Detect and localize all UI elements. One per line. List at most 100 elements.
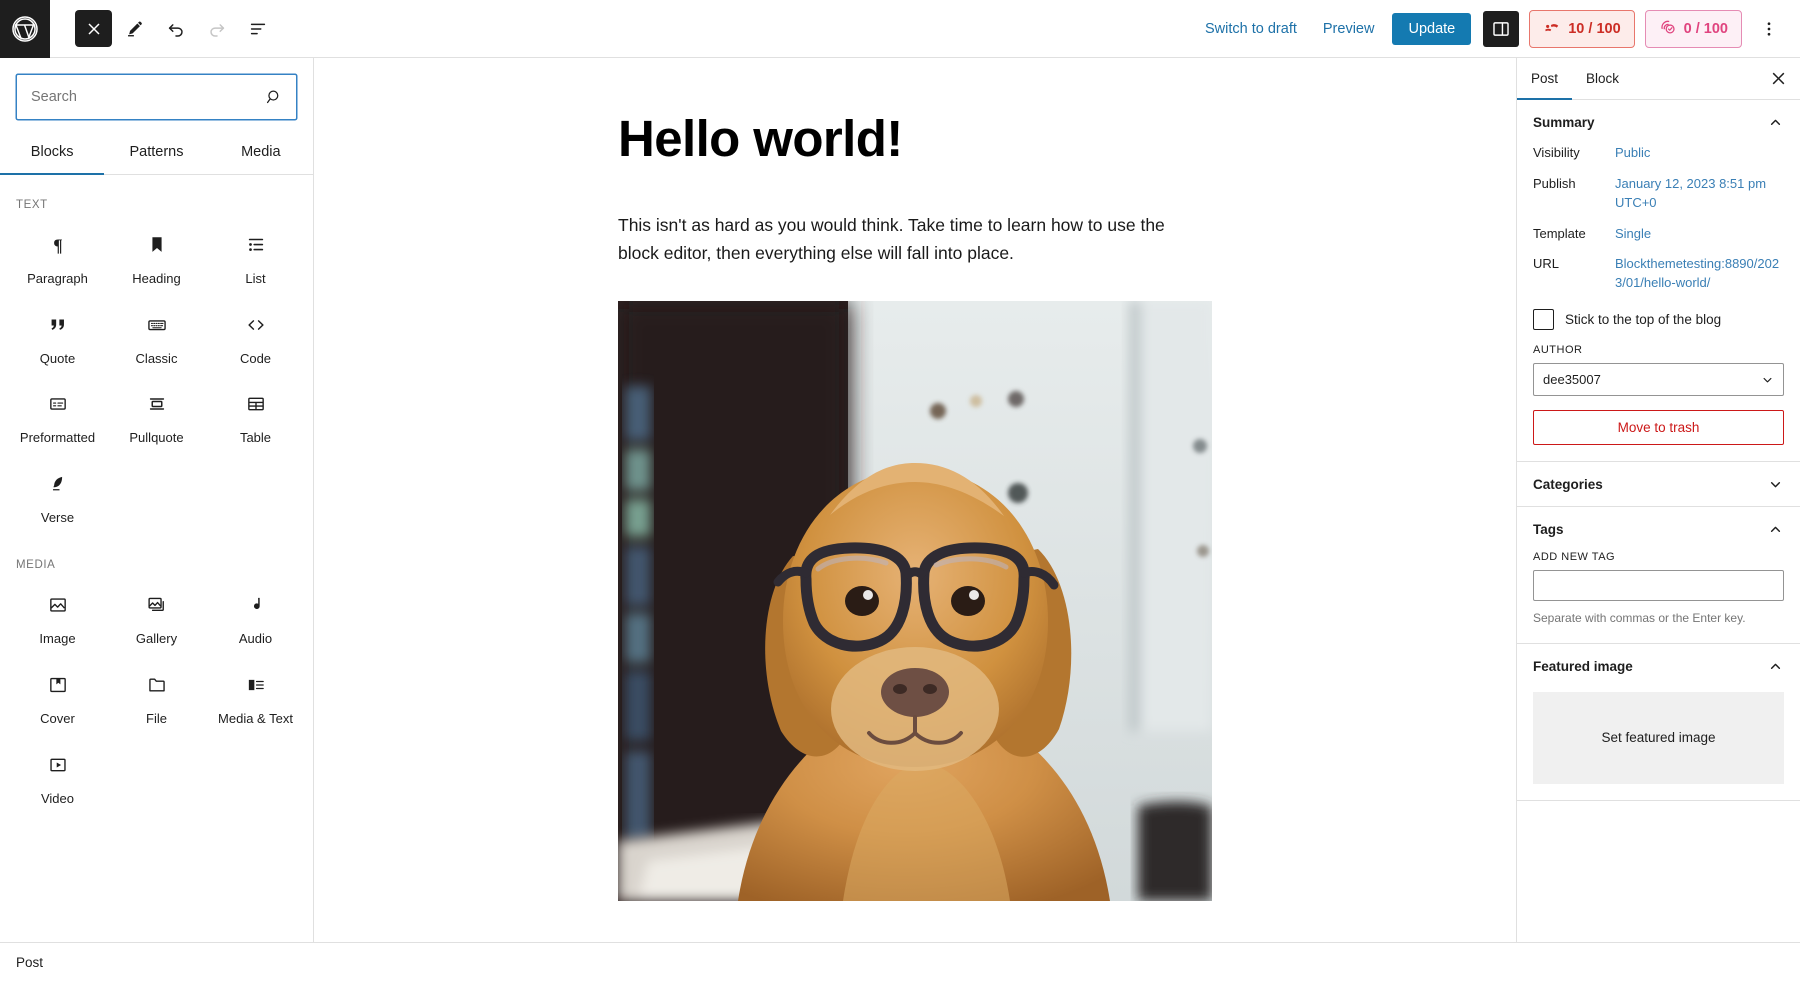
- post-image-block[interactable]: [618, 301, 1212, 901]
- block-item-list[interactable]: List: [206, 217, 305, 297]
- author-select[interactable]: dee35007: [1533, 363, 1784, 396]
- block-item-gallery[interactable]: Gallery: [107, 577, 206, 657]
- editor-canvas[interactable]: Hello world! This isn't as hard as you w…: [314, 58, 1516, 942]
- move-to-trash-button[interactable]: Move to trash: [1533, 410, 1784, 445]
- wordpress-block-editor: Switch to draft Preview Update 10 / 100: [0, 0, 1800, 982]
- set-featured-image-button[interactable]: Set featured image: [1533, 692, 1784, 784]
- tab-media[interactable]: Media: [209, 130, 313, 175]
- block-item-video[interactable]: Video: [8, 737, 107, 817]
- search-box[interactable]: [16, 74, 297, 120]
- panel-featured-image-header[interactable]: Featured image: [1533, 644, 1784, 688]
- post-url-link[interactable]: Blockthemetesting:8890/2023/01/hello-wor…: [1615, 255, 1784, 293]
- pencil-edit-icon[interactable]: [116, 10, 153, 47]
- panel-title: Summary: [1533, 115, 1595, 130]
- chevron-up-icon: [1767, 658, 1784, 675]
- template-value-link[interactable]: Single: [1615, 225, 1651, 244]
- summary-row-template: Template Single: [1533, 225, 1784, 244]
- list-view-icon[interactable]: [239, 10, 276, 47]
- stick-to-top-label: Stick to the top of the blog: [1565, 312, 1721, 327]
- chevron-down-icon: [1767, 476, 1784, 493]
- code-angle-brackets-icon: [245, 313, 267, 337]
- visibility-value-link[interactable]: Public: [1615, 144, 1650, 163]
- block-item-preformatted[interactable]: Preformatted: [8, 376, 107, 456]
- tab-blocks[interactable]: Blocks: [0, 130, 104, 175]
- inserter-tabs: Blocks Patterns Media: [0, 130, 313, 175]
- readability-score-label: 0 / 100: [1684, 21, 1728, 37]
- panel-title: Tags: [1533, 522, 1564, 537]
- block-inserter-panel: Blocks Patterns Media TEXT ¶ Paragraph: [0, 58, 314, 942]
- close-settings-icon[interactable]: [1760, 61, 1796, 97]
- verse-quill-icon: [47, 472, 69, 496]
- search-icon: [264, 87, 284, 107]
- category-label-media: MEDIA: [8, 535, 305, 577]
- block-item-heading[interactable]: Heading: [107, 217, 206, 297]
- block-item-paragraph[interactable]: ¶ Paragraph: [8, 217, 107, 297]
- tab-block[interactable]: Block: [1572, 59, 1633, 100]
- tab-post[interactable]: Post: [1517, 59, 1572, 100]
- list-icon: [245, 233, 267, 257]
- seo-score-badge[interactable]: 10 / 100: [1529, 10, 1634, 48]
- editor-body: Blocks Patterns Media TEXT ¶ Paragraph: [0, 58, 1800, 942]
- update-button[interactable]: Update: [1392, 13, 1471, 45]
- block-item-audio[interactable]: Audio: [206, 577, 305, 657]
- block-item-image[interactable]: Image: [8, 577, 107, 657]
- paragraph-pilcrow-icon: ¶: [47, 233, 69, 257]
- panel-title: Featured image: [1533, 659, 1633, 674]
- editor-top-toolbar: Switch to draft Preview Update 10 / 100: [0, 0, 1800, 58]
- panel-categories-header[interactable]: Categories: [1533, 462, 1784, 506]
- row-label: Template: [1533, 225, 1615, 241]
- readability-score-badge[interactable]: 0 / 100: [1645, 10, 1742, 48]
- block-item-verse[interactable]: Verse: [8, 456, 107, 536]
- preview-button[interactable]: Preview: [1315, 15, 1383, 43]
- inserter-search-wrapper: [0, 58, 313, 130]
- dog-photo: [618, 301, 1212, 901]
- block-label: Video: [41, 791, 74, 807]
- tab-patterns[interactable]: Patterns: [104, 130, 208, 175]
- search-input[interactable]: [17, 75, 296, 119]
- cover-bookmark-icon: [47, 673, 69, 697]
- file-folder-icon: [146, 673, 168, 697]
- block-item-quote[interactable]: Quote: [8, 297, 107, 377]
- yoast-readability-icon: [1659, 18, 1677, 40]
- block-label: Table: [240, 430, 271, 446]
- panel-tags-header[interactable]: Tags: [1533, 507, 1784, 551]
- author-field-label: AUTHOR: [1533, 344, 1784, 356]
- video-play-icon: [47, 753, 69, 777]
- preformatted-icon: [47, 392, 69, 416]
- sticky-post-row[interactable]: Stick to the top of the blog: [1533, 309, 1784, 330]
- heading-bookmark-icon: [146, 233, 168, 257]
- block-item-file[interactable]: File: [107, 657, 206, 737]
- tag-help-text: Separate with commas or the Enter key.: [1533, 610, 1784, 627]
- post-title[interactable]: Hello world!: [618, 110, 1212, 169]
- close-inserter-button[interactable]: [75, 10, 112, 47]
- kebab-more-icon[interactable]: [1752, 11, 1786, 47]
- undo-arrow-icon[interactable]: [157, 10, 194, 47]
- post-paragraph-block[interactable]: This isn't as hard as you would think. T…: [618, 211, 1198, 268]
- panel-featured-image-body: Set featured image: [1533, 692, 1784, 800]
- audio-note-icon: [245, 593, 267, 617]
- block-label: Code: [240, 351, 271, 367]
- block-label: Quote: [40, 351, 75, 367]
- publish-date-link[interactable]: January 12, 2023 8:51 pm UTC+0: [1615, 175, 1784, 213]
- redo-arrow-icon[interactable]: [198, 10, 235, 47]
- editor-status-bar: Post: [0, 942, 1800, 982]
- switch-to-draft-button[interactable]: Switch to draft: [1197, 15, 1305, 43]
- stick-to-top-checkbox[interactable]: [1533, 309, 1554, 330]
- block-label: File: [146, 711, 167, 727]
- block-item-table[interactable]: Table: [206, 376, 305, 456]
- block-label: Gallery: [136, 631, 177, 647]
- block-item-code[interactable]: Code: [206, 297, 305, 377]
- yoast-seo-icon: [1543, 18, 1561, 40]
- block-item-pullquote[interactable]: Pullquote: [107, 376, 206, 456]
- block-item-cover[interactable]: Cover: [8, 657, 107, 737]
- settings-sidebar-toggle-button[interactable]: [1483, 11, 1519, 47]
- media-text-icon: [245, 673, 267, 697]
- block-label: Audio: [239, 631, 272, 647]
- block-item-classic[interactable]: Classic: [107, 297, 206, 377]
- block-label: Verse: [41, 510, 74, 526]
- block-item-media-text[interactable]: Media & Text: [206, 657, 305, 737]
- add-new-tag-input[interactable]: [1533, 570, 1784, 601]
- panel-summary-header[interactable]: Summary: [1533, 100, 1784, 144]
- breadcrumb[interactable]: Post: [16, 955, 43, 970]
- wordpress-logo-icon[interactable]: [0, 0, 50, 58]
